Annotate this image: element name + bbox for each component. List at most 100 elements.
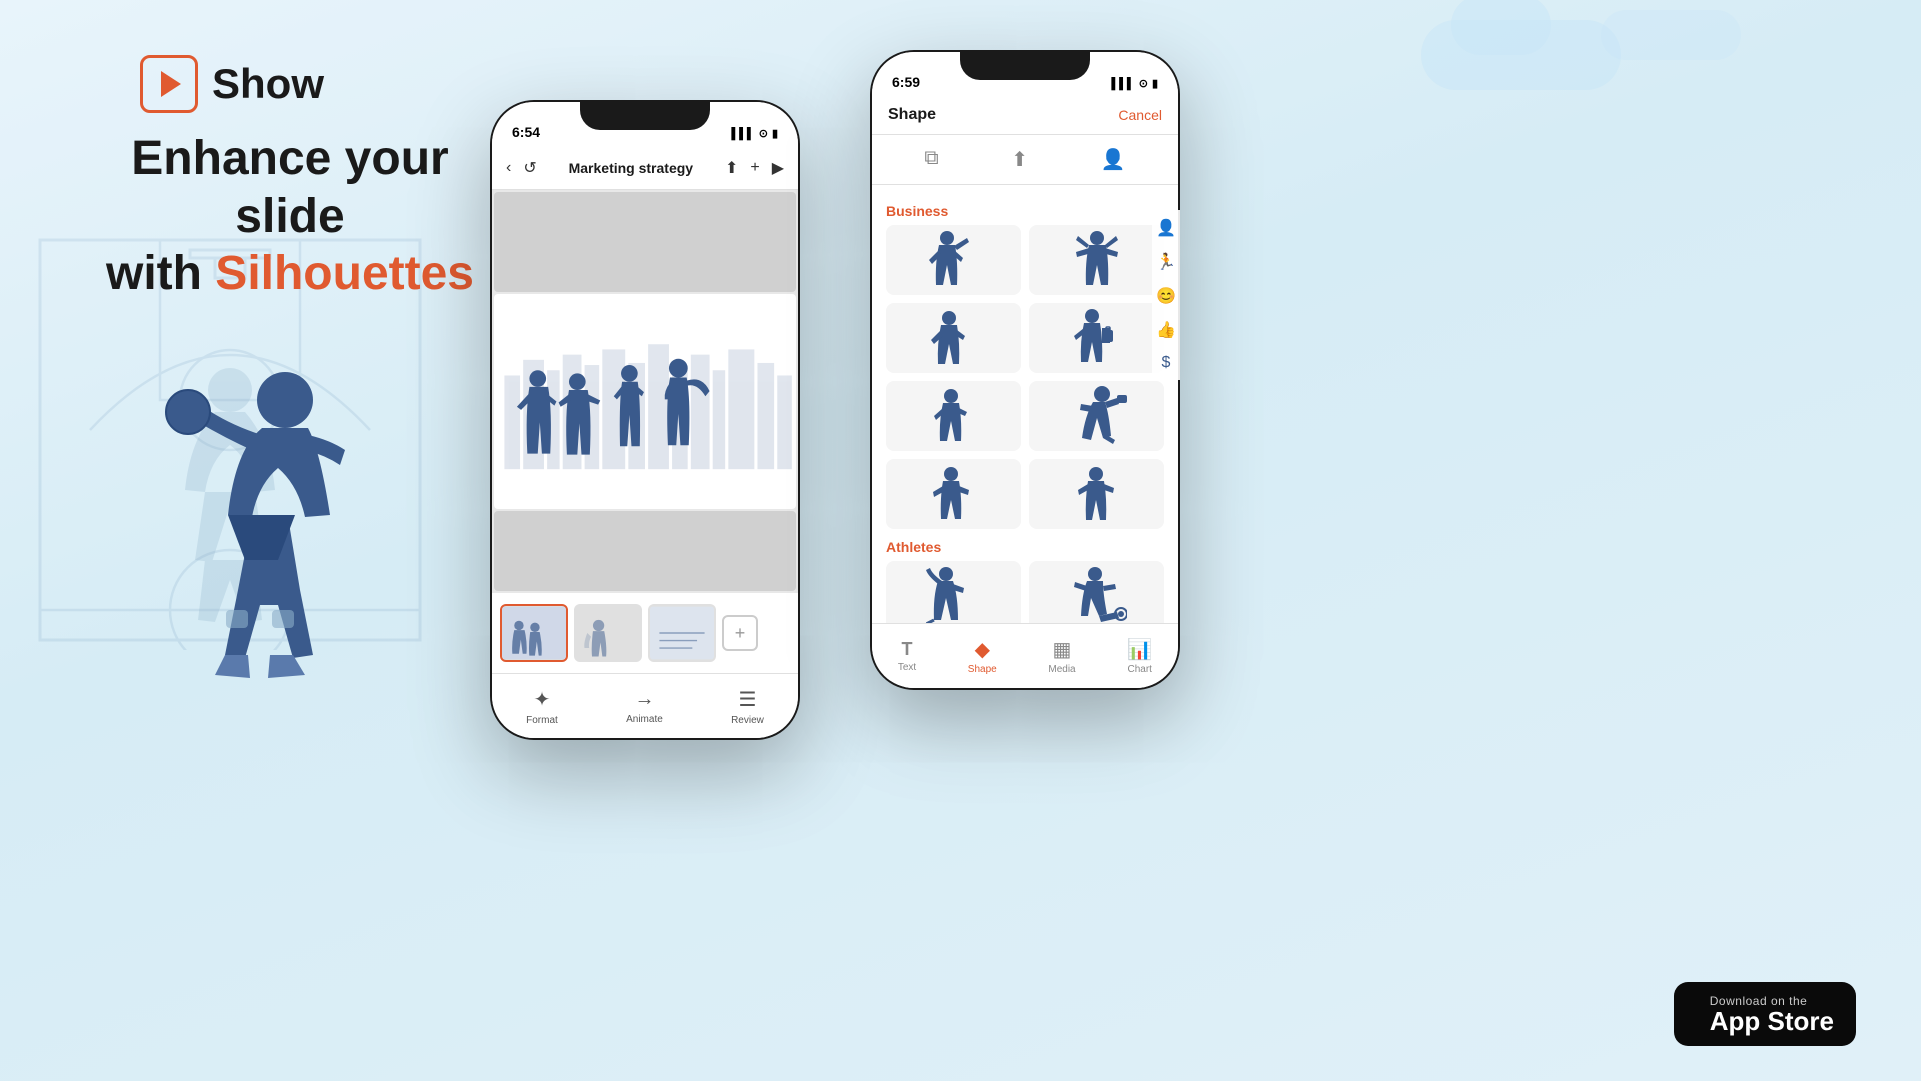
chart-tab-icon: 📊 bbox=[1127, 637, 1152, 662]
shape-tab-up[interactable]: ⬆ bbox=[1001, 143, 1038, 176]
headline-line1: Enhance your slide bbox=[131, 132, 448, 243]
phone-right-notch bbox=[960, 50, 1090, 80]
athlete-cell-2[interactable] bbox=[1029, 561, 1164, 623]
shape-cell-8[interactable] bbox=[1029, 459, 1164, 529]
play-icon bbox=[161, 71, 181, 97]
shape-cell-7[interactable] bbox=[886, 459, 1021, 529]
basketball-player bbox=[120, 320, 380, 680]
slide-thumb-3[interactable] bbox=[648, 604, 716, 662]
side-icon-strip: 👤 🏃 😊 👍 $ bbox=[1152, 210, 1178, 380]
review-icon: ☰ bbox=[738, 687, 756, 712]
bottom-toolbar-left: ✦ Format → Animate ☰ Review bbox=[492, 673, 798, 738]
battery-icon: ▮ bbox=[772, 127, 778, 140]
phone-right-screen: 6:59 ▌▌▌ ⊙ ▮ Shape Cancel ⧉ ⬆ 👤 Busin bbox=[872, 52, 1178, 688]
status-icons-right: ▌▌▌ ⊙ ▮ bbox=[1111, 77, 1158, 90]
face-icon: 😊 bbox=[1156, 286, 1176, 306]
app-logo: Show bbox=[140, 55, 324, 113]
slide-content-svg bbox=[494, 294, 796, 509]
business-shapes-grid bbox=[886, 225, 1164, 529]
shape-bottom-tab[interactable]: ◆ Shape bbox=[968, 637, 997, 675]
chart-tab-label: Chart bbox=[1127, 664, 1151, 675]
slide-canvas-area bbox=[492, 190, 798, 593]
share-icon[interactable]: ⬆ bbox=[725, 158, 738, 178]
badge-text-container: Download on the App Store bbox=[1710, 994, 1834, 1034]
back-icon[interactable]: ‹ bbox=[506, 159, 511, 177]
review-tab[interactable]: ☰ Review bbox=[731, 687, 764, 726]
shape-cell-5[interactable] bbox=[886, 381, 1021, 451]
slide-thumb-1[interactable] bbox=[500, 604, 568, 662]
dollar-icon: $ bbox=[1162, 354, 1171, 372]
slide-thumb-2[interactable] bbox=[574, 604, 642, 662]
app-store-badge[interactable]: Download on the App Store bbox=[1674, 982, 1856, 1046]
time-right: 6:59 bbox=[892, 74, 920, 90]
headline-line2: with bbox=[106, 247, 215, 300]
athlete-cell-1[interactable] bbox=[886, 561, 1021, 623]
media-tab-icon: ▦ bbox=[1053, 637, 1072, 662]
shape-panel-title: Shape bbox=[888, 106, 936, 124]
review-label: Review bbox=[731, 715, 764, 726]
animate-label: Animate bbox=[626, 714, 663, 725]
wifi-icon-right: ⊙ bbox=[1139, 77, 1148, 90]
format-tab[interactable]: ✦ Format bbox=[526, 687, 558, 726]
battery-icon-right: ▮ bbox=[1152, 77, 1158, 90]
shape-cancel-button[interactable]: Cancel bbox=[1118, 107, 1162, 123]
text-bottom-tab[interactable]: T Text bbox=[898, 639, 916, 673]
app-name: Show bbox=[212, 60, 324, 108]
signal-icon-right: ▌▌▌ bbox=[1111, 78, 1134, 90]
media-bottom-tab[interactable]: ▦ Media bbox=[1048, 637, 1075, 675]
media-tab-label: Media bbox=[1048, 664, 1075, 675]
person-red-icon: 👤 bbox=[1156, 218, 1176, 238]
chart-bottom-tab[interactable]: 📊 Chart bbox=[1127, 637, 1152, 675]
phone-notch bbox=[580, 100, 710, 130]
play-icon[interactable]: ▶ bbox=[772, 158, 784, 178]
slide-title: Marketing strategy bbox=[569, 160, 693, 176]
business-section-label: Business bbox=[886, 203, 1164, 219]
animate-icon: → bbox=[634, 688, 654, 711]
slide-top-section bbox=[494, 192, 796, 292]
phone-right-frame: 6:59 ▌▌▌ ⊙ ▮ Shape Cancel ⧉ ⬆ 👤 Busin bbox=[870, 50, 1180, 690]
text-tab-icon: T bbox=[901, 639, 912, 660]
undo-icon[interactable]: ↺ bbox=[523, 158, 536, 178]
badge-bottom-text: App Store bbox=[1710, 1008, 1834, 1034]
logo-icon bbox=[140, 55, 198, 113]
toolbar-left-icons: ‹ ↺ bbox=[506, 158, 537, 178]
shape-bottom-tabs: T Text ◆ Shape ▦ Media 📊 Chart bbox=[872, 623, 1178, 688]
slide-main-section bbox=[494, 294, 796, 509]
cloud-decoration-2 bbox=[1601, 10, 1741, 60]
editor-toolbar: ‹ ↺ Marketing strategy ⬆ + ▶ bbox=[492, 146, 798, 190]
shape-top-tabs: ⧉ ⬆ 👤 bbox=[872, 135, 1178, 185]
shape-cell-2[interactable] bbox=[1029, 225, 1164, 295]
athletes-shapes-grid bbox=[886, 561, 1164, 623]
runner-icon: 🏃 bbox=[1156, 252, 1176, 272]
shape-tab-label: Shape bbox=[968, 664, 997, 675]
add-icon[interactable]: + bbox=[750, 159, 759, 177]
shape-tab-copy[interactable]: ⧉ bbox=[914, 143, 948, 176]
format-icon: ✦ bbox=[534, 687, 551, 712]
phone-left-screen: 6:54 ▌▌▌ ⊙ ▮ ‹ ↺ Marketing strategy ⬆ + … bbox=[492, 102, 798, 738]
slide-bottom-section bbox=[494, 511, 796, 591]
shape-cell-1[interactable] bbox=[886, 225, 1021, 295]
signal-icon: ▌▌▌ bbox=[731, 128, 754, 140]
cloud-decoration-1 bbox=[1421, 20, 1621, 90]
status-icons-left: ▌▌▌ ⊙ ▮ bbox=[731, 127, 778, 140]
add-slide-button[interactable]: + bbox=[722, 615, 758, 651]
phone-left-frame: 6:54 ▌▌▌ ⊙ ▮ ‹ ↺ Marketing strategy ⬆ + … bbox=[490, 100, 800, 740]
shape-tab-person[interactable]: 👤 bbox=[1091, 143, 1136, 176]
shape-cell-4[interactable] bbox=[1029, 303, 1164, 373]
time-left: 6:54 bbox=[512, 124, 540, 140]
text-tab-label: Text bbox=[898, 662, 916, 673]
slide-thumbnail-strip: + bbox=[492, 593, 798, 673]
phone-right: 6:59 ▌▌▌ ⊙ ▮ Shape Cancel ⧉ ⬆ 👤 Busin bbox=[870, 50, 1180, 690]
athletes-section-label: Athletes bbox=[886, 539, 1164, 555]
animate-tab[interactable]: → Animate bbox=[626, 688, 663, 725]
shape-tab-icon: ◆ bbox=[975, 637, 990, 662]
headline-accent: Silhouettes bbox=[215, 247, 474, 300]
wifi-icon: ⊙ bbox=[759, 127, 768, 140]
shape-cell-6[interactable] bbox=[1029, 381, 1164, 451]
shape-panel-content: Business bbox=[872, 185, 1178, 623]
phone-left: 6:54 ▌▌▌ ⊙ ▮ ‹ ↺ Marketing strategy ⬆ + … bbox=[490, 100, 800, 740]
shape-panel-header: Shape Cancel bbox=[872, 96, 1178, 135]
headline: Enhance your slide with Silhouettes bbox=[80, 130, 500, 303]
shape-cell-3[interactable] bbox=[886, 303, 1021, 373]
thumbs-icon: 👍 bbox=[1156, 320, 1176, 340]
